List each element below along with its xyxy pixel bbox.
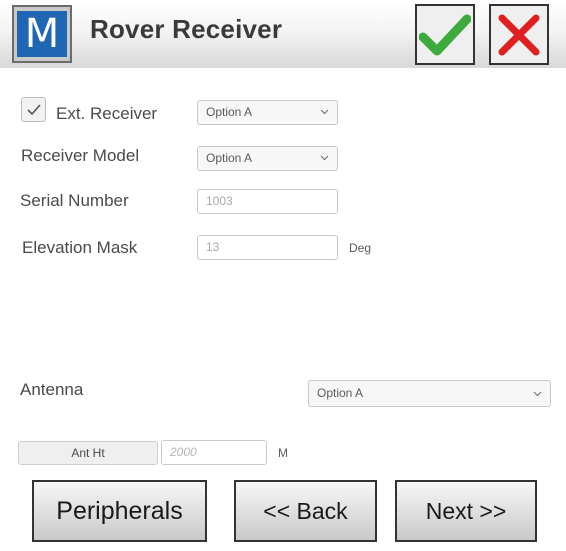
ext-receiver-label: Ext. Receiver	[56, 104, 158, 123]
check-icon	[26, 103, 41, 115]
receiver-model-value: Option A	[206, 151, 253, 165]
ok-button[interactable]	[415, 4, 475, 65]
antenna-value: Option A	[317, 386, 364, 400]
elevation-unit: Deg	[349, 241, 372, 255]
header-bar: M Rover Receiver	[0, 0, 566, 68]
next-button[interactable]: Next >>	[395, 480, 537, 542]
cancel-button[interactable]	[489, 4, 549, 65]
checkmark-icon	[419, 14, 471, 55]
chevron-down-icon	[533, 391, 542, 397]
page-title: Rover Receiver	[90, 14, 283, 44]
logo-letter: M	[17, 11, 67, 57]
serial-number-label: Serial Number	[20, 191, 129, 210]
antenna-label: Antenna	[20, 380, 84, 399]
back-button[interactable]: << Back	[234, 480, 377, 542]
ext-receiver-checkbox[interactable]	[21, 97, 46, 122]
ant-ht-button[interactable]: Ant Ht	[18, 441, 158, 465]
x-icon	[498, 14, 540, 55]
serial-number-input[interactable]: 1003	[197, 189, 338, 214]
ant-ht-unit: M	[278, 446, 288, 460]
receiver-model-label: Receiver Model	[21, 146, 140, 165]
receiver-model-select[interactable]: Option A	[197, 146, 338, 171]
peripherals-button[interactable]: Peripherals	[32, 480, 207, 542]
elevation-mask-label: Elevation Mask	[22, 238, 138, 257]
ext-receiver-value: Option A	[206, 105, 253, 119]
ant-ht-input[interactable]: 2000	[161, 440, 267, 465]
chevron-down-icon	[320, 109, 329, 115]
ext-receiver-select[interactable]: Option A	[197, 100, 338, 125]
chevron-down-icon	[320, 155, 329, 161]
elevation-mask-input[interactable]: 13	[197, 235, 338, 260]
antenna-select[interactable]: Option A	[308, 380, 551, 407]
app-logo: M	[12, 5, 72, 63]
